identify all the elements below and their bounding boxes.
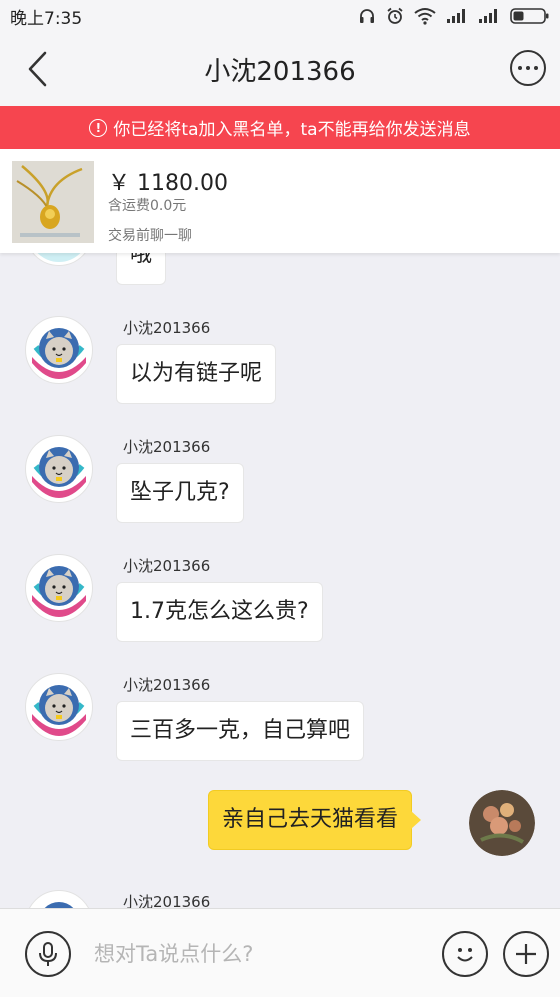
chevron-left-icon: [28, 51, 47, 87]
page-title: 小沈201366: [204, 56, 356, 87]
message-bubble[interactable]: 1.7克怎么这么贵?: [116, 582, 323, 642]
cat-icon: [32, 447, 86, 498]
voice-button[interactable]: [25, 931, 71, 977]
message-bubble[interactable]: 以为有链子呢: [116, 344, 277, 404]
emoji-button[interactable]: [442, 931, 488, 977]
flower-avatar-icon: [469, 790, 535, 856]
my-message-bubble[interactable]: 亲自己去天猫看看: [208, 790, 422, 850]
product-chat-prompt: 交易前聊一聊: [108, 228, 192, 244]
message-bubble[interactable]: 坠子几克?: [116, 463, 244, 523]
product-card[interactable]: ￥ 1180.00 含运费0.0元 交易前聊一聊: [0, 149, 560, 253]
message-input[interactable]: [92, 935, 416, 973]
contact-avatar[interactable]: [25, 890, 93, 908]
contact-avatar[interactable]: [25, 253, 93, 266]
status-bar: 晚上7:35: [0, 0, 560, 32]
wifi-icon: [414, 7, 436, 25]
product-shipping: 含运费0.0元: [108, 198, 187, 214]
contact-avatar[interactable]: [25, 316, 93, 384]
cat-icon: [44, 902, 74, 908]
contact-avatar[interactable]: [25, 673, 93, 741]
product-price: ￥ 1180.00: [108, 171, 228, 196]
message-bubble[interactable]: 哦: [116, 253, 167, 285]
back-button[interactable]: [22, 50, 58, 88]
sender-name: 小沈201366: [123, 557, 211, 575]
my-avatar[interactable]: [469, 790, 535, 856]
status-time: 晚上7:35: [10, 8, 83, 29]
sender-name: 小沈201366: [123, 438, 211, 456]
headphones-icon: [358, 7, 376, 25]
more-button[interactable]: [510, 50, 546, 86]
cat-icon: [32, 328, 86, 379]
microphone-icon: [39, 942, 57, 966]
message-bubble[interactable]: 三百多一克，自己算吧: [116, 701, 365, 761]
product-image[interactable]: [12, 161, 94, 243]
blacklist-banner: ! 你已经将ta加入黑名单，ta不能再给你发送消息: [0, 106, 560, 149]
signal-icon-2: [478, 8, 500, 24]
cat-icon: [32, 685, 86, 736]
signal-icon: [446, 8, 468, 24]
add-button[interactable]: [503, 931, 549, 977]
battery-icon: [510, 7, 550, 25]
chat-area[interactable]: 哦 小沈201366 以为有链子呢 小沈201366 坠子几克? 小沈20136…: [0, 253, 560, 908]
contact-avatar[interactable]: [25, 554, 93, 622]
banner-text: 你已经将ta加入黑名单，ta不能再给你发送消息: [113, 120, 471, 140]
warning-icon: !: [89, 118, 108, 137]
sender-name: 小沈201366: [123, 319, 211, 337]
sender-name: 小沈201366: [123, 676, 211, 694]
nav-bar: 小沈201366: [0, 32, 560, 106]
alarm-icon: [386, 7, 404, 25]
contact-avatar[interactable]: [25, 435, 93, 503]
sender-name: 小沈201366: [123, 893, 211, 908]
more-dots-icon: [518, 66, 522, 70]
plus-icon: [516, 944, 536, 964]
input-bar: [0, 908, 560, 997]
cat-icon: [32, 566, 86, 617]
smiley-icon: [457, 948, 473, 962]
